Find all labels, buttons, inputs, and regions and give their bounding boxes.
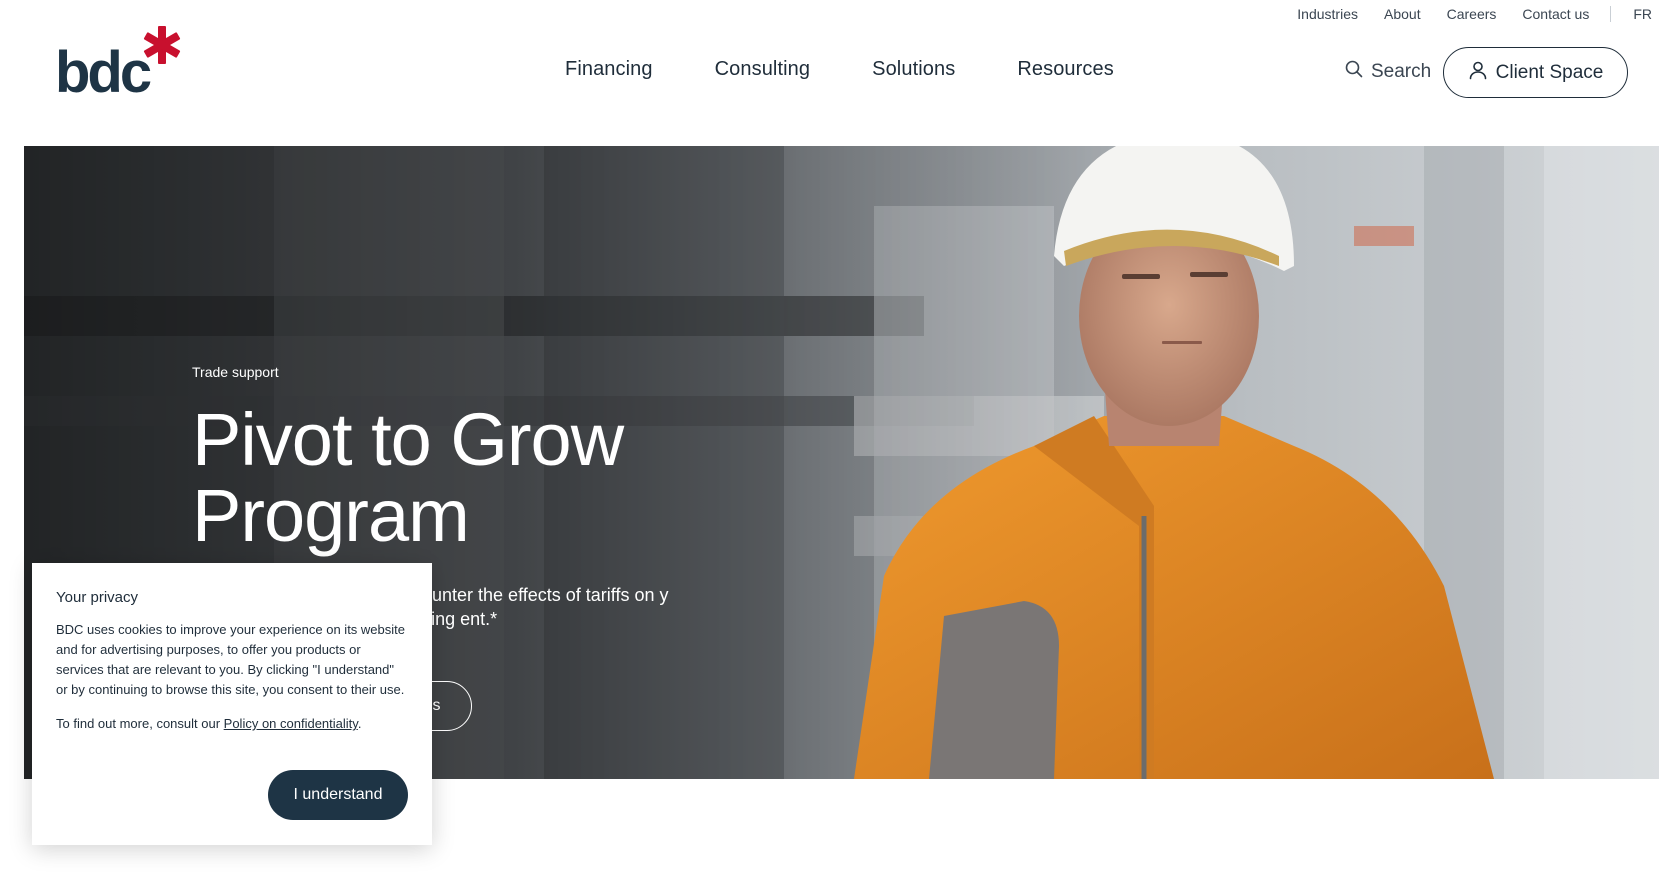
nav-solutions[interactable]: Solutions (872, 58, 955, 81)
bdc-logo[interactable]: bdc (55, 26, 195, 98)
svg-text:bdc: bdc (55, 40, 151, 98)
hero-text-block: Trade support Pivot to Grow Program (192, 364, 712, 554)
client-space-button[interactable]: Client Space (1443, 47, 1628, 98)
cookie-more-prefix: To find out more, consult our (56, 716, 224, 731)
client-space-label: Client Space (1495, 61, 1604, 83)
hero-eyebrow: Trade support (192, 364, 279, 380)
search-icon (1345, 60, 1363, 84)
hero-title: Pivot to Grow Program (192, 398, 624, 557)
util-link-careers[interactable]: Careers (1434, 6, 1510, 22)
nav-resources[interactable]: Resources (1017, 58, 1114, 81)
search-button[interactable]: Search (1345, 60, 1431, 84)
policy-link[interactable]: Policy on confidentiality (224, 716, 358, 731)
user-icon (1468, 60, 1488, 86)
cookie-body: BDC uses cookies to improve your experie… (56, 622, 405, 697)
main-nav: Financing Consulting Solutions Resources (565, 58, 1176, 81)
cookie-more-suffix: . (357, 716, 362, 731)
cookie-title: Your privacy (56, 589, 138, 606)
cookie-banner: Your privacy BDC uses cookies to improve… (32, 563, 432, 845)
nav-financing[interactable]: Financing (565, 58, 653, 81)
util-link-industries[interactable]: Industries (1284, 6, 1371, 22)
i-understand-button[interactable]: I understand (268, 770, 408, 820)
nav-consulting[interactable]: Consulting (715, 58, 811, 81)
utility-nav: Industries About Careers Contact us FR (1284, 6, 1652, 22)
language-toggle[interactable]: FR (1621, 6, 1652, 22)
util-link-contact-us[interactable]: Contact us (1509, 6, 1602, 22)
util-divider (1610, 6, 1612, 22)
cookie-more-info: To find out more, consult our Policy on … (56, 714, 408, 734)
util-link-about[interactable]: About (1371, 6, 1434, 22)
search-label: Search (1371, 61, 1432, 82)
